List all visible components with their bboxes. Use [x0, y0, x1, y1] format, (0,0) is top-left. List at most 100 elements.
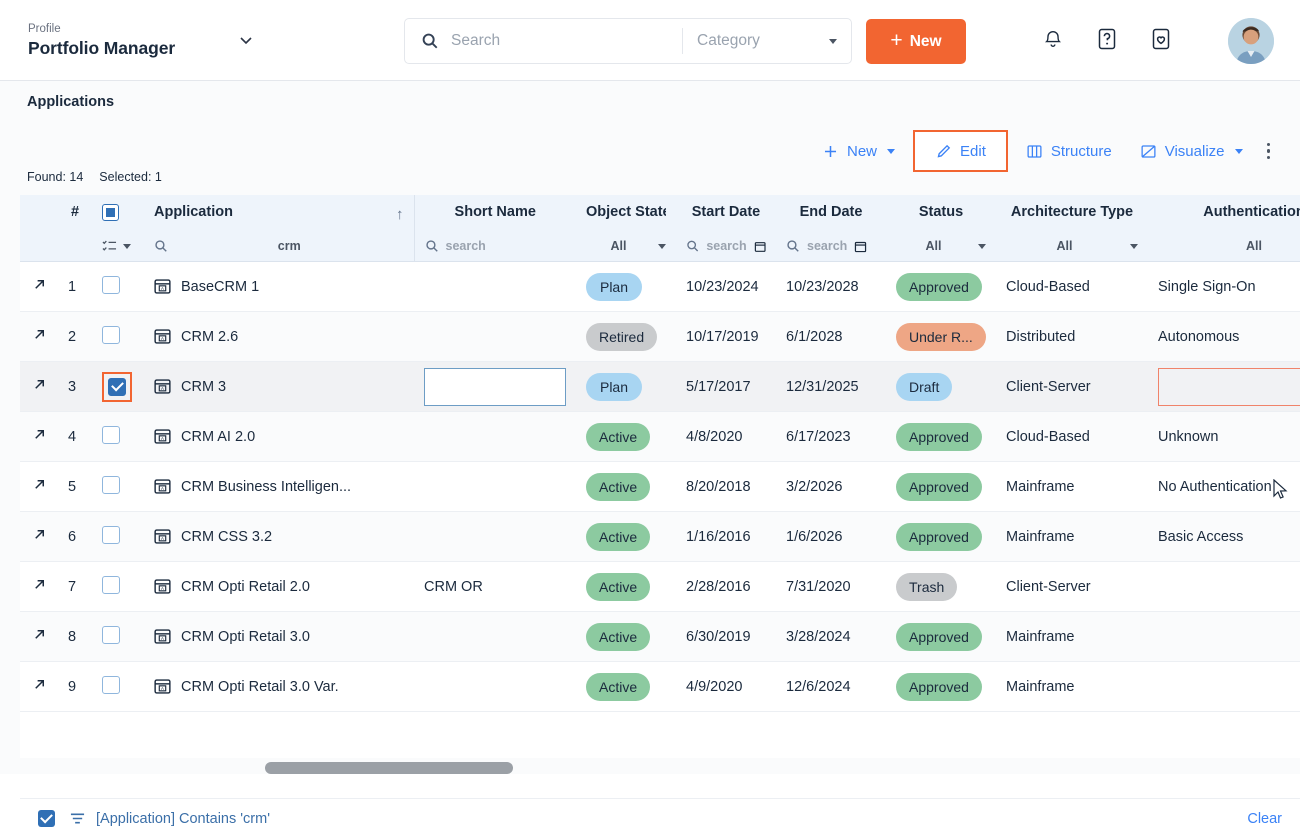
- cell-expand[interactable]: [20, 262, 58, 312]
- new-button[interactable]: + New: [866, 19, 966, 64]
- cell-short-name-wrap[interactable]: [414, 512, 576, 562]
- selection-options-icon[interactable]: [102, 239, 117, 253]
- open-record-icon[interactable]: [32, 327, 47, 342]
- cell-start-date[interactable]: 1/16/2016: [676, 512, 776, 562]
- cell-authentication-wrap[interactable]: Unknown: [1148, 412, 1300, 462]
- bell-icon[interactable]: [1036, 22, 1070, 56]
- table-row[interactable]: 7 A CRM Opti Retail 2.0 CRM OR Active 2/…: [20, 562, 1300, 612]
- table-row[interactable]: 8 A CRM Opti Retail 3.0 Active 6/30/2019…: [20, 612, 1300, 662]
- cell-object-state[interactable]: Active: [576, 662, 676, 712]
- clear-filter-button[interactable]: Clear: [1247, 811, 1282, 827]
- cell-object-state[interactable]: Retired: [576, 312, 676, 362]
- cell-authentication-wrap[interactable]: Single Sign-On: [1148, 262, 1300, 312]
- cell-authentication-wrap[interactable]: [1148, 612, 1300, 662]
- row-checkbox[interactable]: [102, 476, 120, 494]
- cell-application[interactable]: A CRM 2.6: [144, 312, 414, 362]
- th-end-date[interactable]: End Date search: [776, 195, 886, 262]
- th-short-name[interactable]: Short Name search: [414, 195, 576, 262]
- row-checkbox[interactable]: [102, 626, 120, 644]
- row-checkbox[interactable]: [102, 326, 120, 344]
- cell-short-name-wrap[interactable]: [414, 462, 576, 512]
- cell-start-date[interactable]: 10/23/2024: [676, 262, 776, 312]
- authentication-edit-input[interactable]: [1158, 368, 1300, 406]
- toolbar-new-button[interactable]: New: [808, 131, 909, 171]
- cell-expand[interactable]: [20, 562, 58, 612]
- caret-down-icon[interactable]: [123, 244, 131, 249]
- table-row[interactable]: 1 A BaseCRM 1 Plan 10/23/2024 10/23/2028…: [20, 262, 1300, 312]
- cell-object-state[interactable]: Active: [576, 512, 676, 562]
- chevron-down-icon[interactable]: [235, 29, 257, 51]
- architecture-type-filter-value[interactable]: All: [1006, 239, 1123, 253]
- row-checkbox[interactable]: [102, 526, 120, 544]
- cell-authentication-wrap[interactable]: [1148, 362, 1300, 412]
- global-search-bar[interactable]: Category: [404, 18, 852, 64]
- cell-end-date[interactable]: 12/6/2024: [776, 662, 886, 712]
- cell-architecture-type[interactable]: Distributed: [996, 312, 1148, 362]
- cell-start-date[interactable]: 4/8/2020: [676, 412, 776, 462]
- status-filter-value[interactable]: All: [896, 239, 971, 253]
- cell-select[interactable]: [92, 612, 144, 662]
- cell-application[interactable]: A CRM CSS 3.2: [144, 512, 414, 562]
- th-start-date[interactable]: Start Date search: [676, 195, 776, 262]
- cell-short-name-wrap[interactable]: [414, 662, 576, 712]
- start-date-filter-input[interactable]: search: [706, 239, 746, 253]
- active-filter-text[interactable]: [Application] Contains 'crm': [96, 811, 270, 827]
- open-record-icon[interactable]: [32, 677, 47, 692]
- short-name-filter-input[interactable]: search: [446, 239, 486, 253]
- table-row[interactable]: 2 A CRM 2.6 Retired 10/17/2019 6/1/2028 …: [20, 312, 1300, 362]
- cell-expand[interactable]: [20, 462, 58, 512]
- cell-application[interactable]: A CRM Opti Retail 3.0 Var.: [144, 662, 414, 712]
- table-row[interactable]: 5 A CRM Business Intelligen... Active 8/…: [20, 462, 1300, 512]
- caret-down-icon[interactable]: [978, 244, 986, 249]
- calendar-icon[interactable]: [854, 240, 867, 253]
- cell-status[interactable]: Approved: [886, 412, 996, 462]
- open-record-icon[interactable]: [32, 527, 47, 542]
- cell-status[interactable]: Approved: [886, 462, 996, 512]
- table-row[interactable]: 9 A CRM Opti Retail 3.0 Var. Active 4/9/…: [20, 662, 1300, 712]
- open-record-icon[interactable]: [32, 277, 47, 292]
- cell-application[interactable]: A CRM AI 2.0: [144, 412, 414, 462]
- cell-expand[interactable]: [20, 612, 58, 662]
- cell-start-date[interactable]: 10/17/2019: [676, 312, 776, 362]
- cell-short-name-wrap[interactable]: CRM OR: [414, 562, 576, 612]
- cell-architecture-type[interactable]: Mainframe: [996, 512, 1148, 562]
- cell-architecture-type[interactable]: Mainframe: [996, 462, 1148, 512]
- cell-application[interactable]: A CRM Business Intelligen...: [144, 462, 414, 512]
- cell-end-date[interactable]: 3/28/2024: [776, 612, 886, 662]
- cell-start-date[interactable]: 8/20/2018: [676, 462, 776, 512]
- cell-short-name-wrap[interactable]: [414, 612, 576, 662]
- cell-object-state[interactable]: Active: [576, 462, 676, 512]
- cell-application[interactable]: A CRM 3: [144, 362, 414, 412]
- cell-end-date[interactable]: 6/17/2023: [776, 412, 886, 462]
- cell-short-name-wrap[interactable]: [414, 262, 576, 312]
- cell-authentication-wrap[interactable]: No Authentication: [1148, 462, 1300, 512]
- applications-table-container[interactable]: #: [20, 195, 1300, 798]
- th-status[interactable]: Status All: [886, 195, 996, 262]
- cell-select[interactable]: [92, 462, 144, 512]
- category-dropdown[interactable]: Category: [683, 32, 851, 50]
- cell-object-state[interactable]: Plan: [576, 362, 676, 412]
- cell-architecture-type[interactable]: Cloud-Based: [996, 262, 1148, 312]
- avatar[interactable]: [1228, 18, 1274, 64]
- cell-status[interactable]: Approved: [886, 662, 996, 712]
- cell-status[interactable]: Draft: [886, 362, 996, 412]
- cell-expand[interactable]: [20, 512, 58, 562]
- profile-selector[interactable]: Profile Portfolio Manager: [0, 22, 300, 59]
- cell-architecture-type[interactable]: Mainframe: [996, 662, 1148, 712]
- cell-status[interactable]: Trash: [886, 562, 996, 612]
- th-architecture-type[interactable]: Architecture Type All: [996, 195, 1148, 262]
- th-application[interactable]: Application ↑ crm: [144, 195, 414, 262]
- cell-application[interactable]: A CRM Opti Retail 2.0: [144, 562, 414, 612]
- cell-authentication-wrap[interactable]: Basic Access: [1148, 512, 1300, 562]
- cell-end-date[interactable]: 7/31/2020: [776, 562, 886, 612]
- cell-start-date[interactable]: 6/30/2019: [676, 612, 776, 662]
- cell-object-state[interactable]: Active: [576, 412, 676, 462]
- cell-start-date[interactable]: 5/17/2017: [676, 362, 776, 412]
- open-record-icon[interactable]: [32, 577, 47, 592]
- cell-start-date[interactable]: 2/28/2016: [676, 562, 776, 612]
- cell-application[interactable]: A BaseCRM 1: [144, 262, 414, 312]
- row-checkbox[interactable]: [102, 426, 120, 444]
- calendar-icon[interactable]: [754, 240, 766, 253]
- table-row[interactable]: 3 A CRM 3 Plan 5/17/2017 12/31/2025 Draf…: [20, 362, 1300, 412]
- toolbar-edit-button[interactable]: Edit: [913, 130, 1008, 172]
